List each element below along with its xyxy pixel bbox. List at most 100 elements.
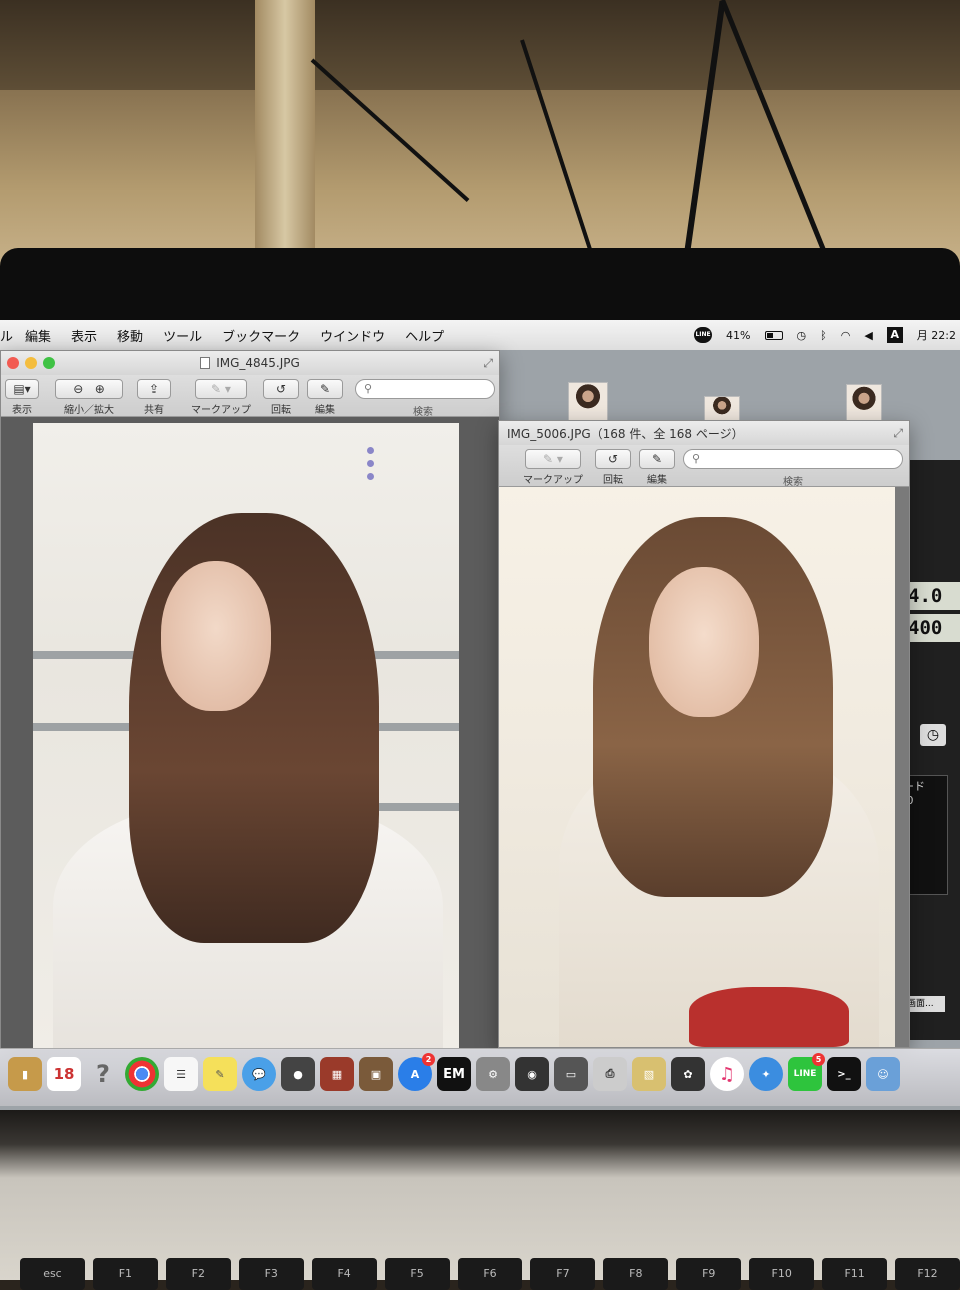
room-wall xyxy=(0,0,960,90)
lamp-pole xyxy=(255,0,315,270)
input-source-icon[interactable]: A xyxy=(886,327,903,343)
fullscreen-icon[interactable]: ⤢ xyxy=(893,426,903,441)
finder-icon[interactable]: ☺ xyxy=(866,1057,900,1091)
share-icon[interactable]: ⇪ xyxy=(137,379,171,399)
key-f9: F9 xyxy=(676,1258,742,1290)
menu-bookmarks[interactable]: ブックマーク xyxy=(222,326,300,345)
preview-window-1: IMG_4845.JPG ⤢ ▤▾ 表示 ⊖ ⊕ 縮小／拡大 ⇪ 共有 ✎ ▾ … xyxy=(0,350,500,1050)
zoom-in-icon[interactable]: ⊕ xyxy=(95,382,105,396)
edit-button-group[interactable]: ✎ 編集 xyxy=(639,449,675,486)
sidebar-view-icon[interactable]: ▤▾ xyxy=(5,379,39,399)
share-button-group[interactable]: ⇪ 共有 xyxy=(137,379,171,416)
laptop-keyboard-deck: esc F1 F2 F3 F4 F5 F6 F7 F8 F9 F10 F11 F… xyxy=(0,1110,960,1290)
search-input[interactable]: ⚲ xyxy=(683,449,903,469)
window-title: IMG_4845.JPG xyxy=(216,356,300,370)
volume-icon[interactable]: ◀ xyxy=(864,329,872,342)
iso-display[interactable]: 400 xyxy=(906,614,960,642)
photo-img-4845 xyxy=(33,423,459,1049)
search-label: 検索 xyxy=(783,477,803,488)
wifi-icon[interactable]: ◠ xyxy=(841,329,851,342)
reminders-icon[interactable]: ☰ xyxy=(164,1057,198,1091)
menu-help[interactable]: ヘルプ xyxy=(405,326,444,345)
iphoto-icon[interactable]: ▣ xyxy=(359,1057,393,1091)
desktop-file-thumbnail[interactable] xyxy=(846,384,882,424)
key-f12: F12 xyxy=(895,1258,960,1290)
safari-icon[interactable]: ✦ xyxy=(749,1057,783,1091)
desktop-file-thumbnail[interactable] xyxy=(704,396,740,422)
rotate-icon[interactable]: ↺ xyxy=(263,379,299,399)
rotate-button-group[interactable]: ↺ 回転 xyxy=(595,449,631,486)
search-input[interactable]: ⚲ xyxy=(355,379,495,399)
menu-view[interactable]: 表示 xyxy=(71,326,97,345)
dock: ▮ 18 ? ☰ ✎ 💬 ● ▦ ▣ A2 EM ⚙ ◉ ▭ ⎙ ▧ ✿ ♫ ✦… xyxy=(0,1048,960,1106)
line-app-icon[interactable]: LINE 5 xyxy=(788,1053,825,1091)
system-preferences-icon[interactable]: ⚙ xyxy=(476,1057,510,1091)
bluetooth-icon[interactable]: ᛒ xyxy=(820,329,827,342)
clock[interactable]: 月 22:2 xyxy=(917,327,956,343)
menu-bar: ル 編集 表示 移動 ツール ブックマーク ウインドウ ヘルプ LINE 41%… xyxy=(0,320,960,350)
menu-tools[interactable]: ツール xyxy=(163,326,202,345)
photo-booth-icon[interactable]: ▦ xyxy=(320,1057,354,1091)
page-thumbnails-indicator[interactable] xyxy=(367,447,374,480)
window-controls xyxy=(7,357,55,369)
messages-icon[interactable]: 💬 xyxy=(242,1057,276,1091)
image-capture-icon[interactable]: ⎙ xyxy=(593,1057,627,1091)
calendar-icon[interactable]: 18 xyxy=(47,1057,81,1091)
status-menu: LINE 41% ◷ ᛒ ◠ ◀ A 月 22:2 xyxy=(694,320,960,350)
display-icon[interactable]: ▭ xyxy=(554,1057,588,1091)
line-status-icon[interactable]: LINE xyxy=(694,327,713,343)
edit-button-group[interactable]: ✎ 編集 xyxy=(307,379,343,416)
key-esc: esc xyxy=(20,1258,85,1290)
desktop-file-thumbnail[interactable] xyxy=(568,382,608,422)
markup-button-group[interactable]: ✎ ▾ マークアップ xyxy=(189,379,253,416)
camera-utility-icon[interactable]: ◉ xyxy=(515,1057,549,1091)
markup-label: マークアップ xyxy=(523,475,583,486)
view-label: 表示 xyxy=(12,405,32,416)
menu-edit[interactable]: 編集 xyxy=(25,326,51,345)
edit-icon[interactable]: ✎ xyxy=(307,379,343,399)
markup-pen-icon[interactable]: ✎ ▾ xyxy=(525,449,581,469)
terminal-icon[interactable]: >_ xyxy=(827,1057,861,1091)
key-f4: F4 xyxy=(311,1258,377,1290)
contacts-icon[interactable]: ▮ xyxy=(8,1057,42,1091)
battery-percent[interactable]: 41% xyxy=(726,329,750,342)
zoom-out-icon[interactable]: ⊖ xyxy=(73,382,83,396)
zoom-controls[interactable]: ⊖ ⊕ xyxy=(55,379,123,399)
menu-window[interactable]: ウインドウ xyxy=(320,326,385,345)
timer-icon[interactable]: ◷ xyxy=(920,724,946,746)
preview-icon[interactable]: ▧ xyxy=(632,1057,666,1091)
rotate-icon[interactable]: ↺ xyxy=(595,449,631,469)
markup-button-group[interactable]: ✎ ▾ マークアップ xyxy=(521,449,585,486)
markup-pen-icon[interactable]: ✎ ▾ xyxy=(195,379,247,399)
zoom-button-group[interactable]: ⊖ ⊕ 縮小／拡大 xyxy=(53,379,125,416)
facetime-icon[interactable]: ● xyxy=(281,1057,315,1091)
zoom-label: 縮小／拡大 xyxy=(64,405,114,416)
help-icon[interactable]: ? xyxy=(86,1057,120,1091)
chrome-icon[interactable] xyxy=(125,1057,159,1091)
aperture-display[interactable]: 4.0 xyxy=(906,582,960,610)
key-f1: F1 xyxy=(92,1258,158,1290)
minimize-button[interactable] xyxy=(25,357,37,369)
stickies-icon[interactable]: ✎ xyxy=(203,1057,237,1091)
itunes-icon[interactable]: ♫ xyxy=(710,1057,744,1091)
fullscreen-icon[interactable]: ⤢ xyxy=(483,356,493,371)
view-button-group[interactable]: ▤▾ 表示 xyxy=(5,379,39,416)
time-machine-icon[interactable]: ◷ xyxy=(797,329,807,342)
rotate-button-group[interactable]: ↺ 回転 xyxy=(263,379,299,416)
red-sneakers xyxy=(689,987,849,1047)
close-button[interactable] xyxy=(7,357,19,369)
app-store-icon[interactable]: A2 xyxy=(398,1053,435,1091)
em-app-icon[interactable]: EM xyxy=(437,1057,471,1091)
key-f8: F8 xyxy=(603,1258,669,1290)
window-titlebar: IMG_4845.JPG ⤢ xyxy=(1,351,499,375)
edit-icon[interactable]: ✎ xyxy=(639,449,675,469)
screen-button[interactable]: 画面... xyxy=(905,996,945,1012)
menu-app[interactable]: ル xyxy=(0,326,13,345)
key-f11: F11 xyxy=(822,1258,888,1290)
laptop-screen: ル 編集 表示 移動 ツール ブックマーク ウインドウ ヘルプ LINE 41%… xyxy=(0,320,960,1110)
battery-icon[interactable] xyxy=(764,330,783,340)
window-toolbar: ✎ ▾ マークアップ ↺ 回転 ✎ 編集 ⚲ 検索 xyxy=(499,445,909,488)
zoom-button[interactable] xyxy=(43,357,55,369)
menu-go[interactable]: 移動 xyxy=(117,326,143,345)
photos-icon[interactable]: ✿ xyxy=(671,1057,705,1091)
